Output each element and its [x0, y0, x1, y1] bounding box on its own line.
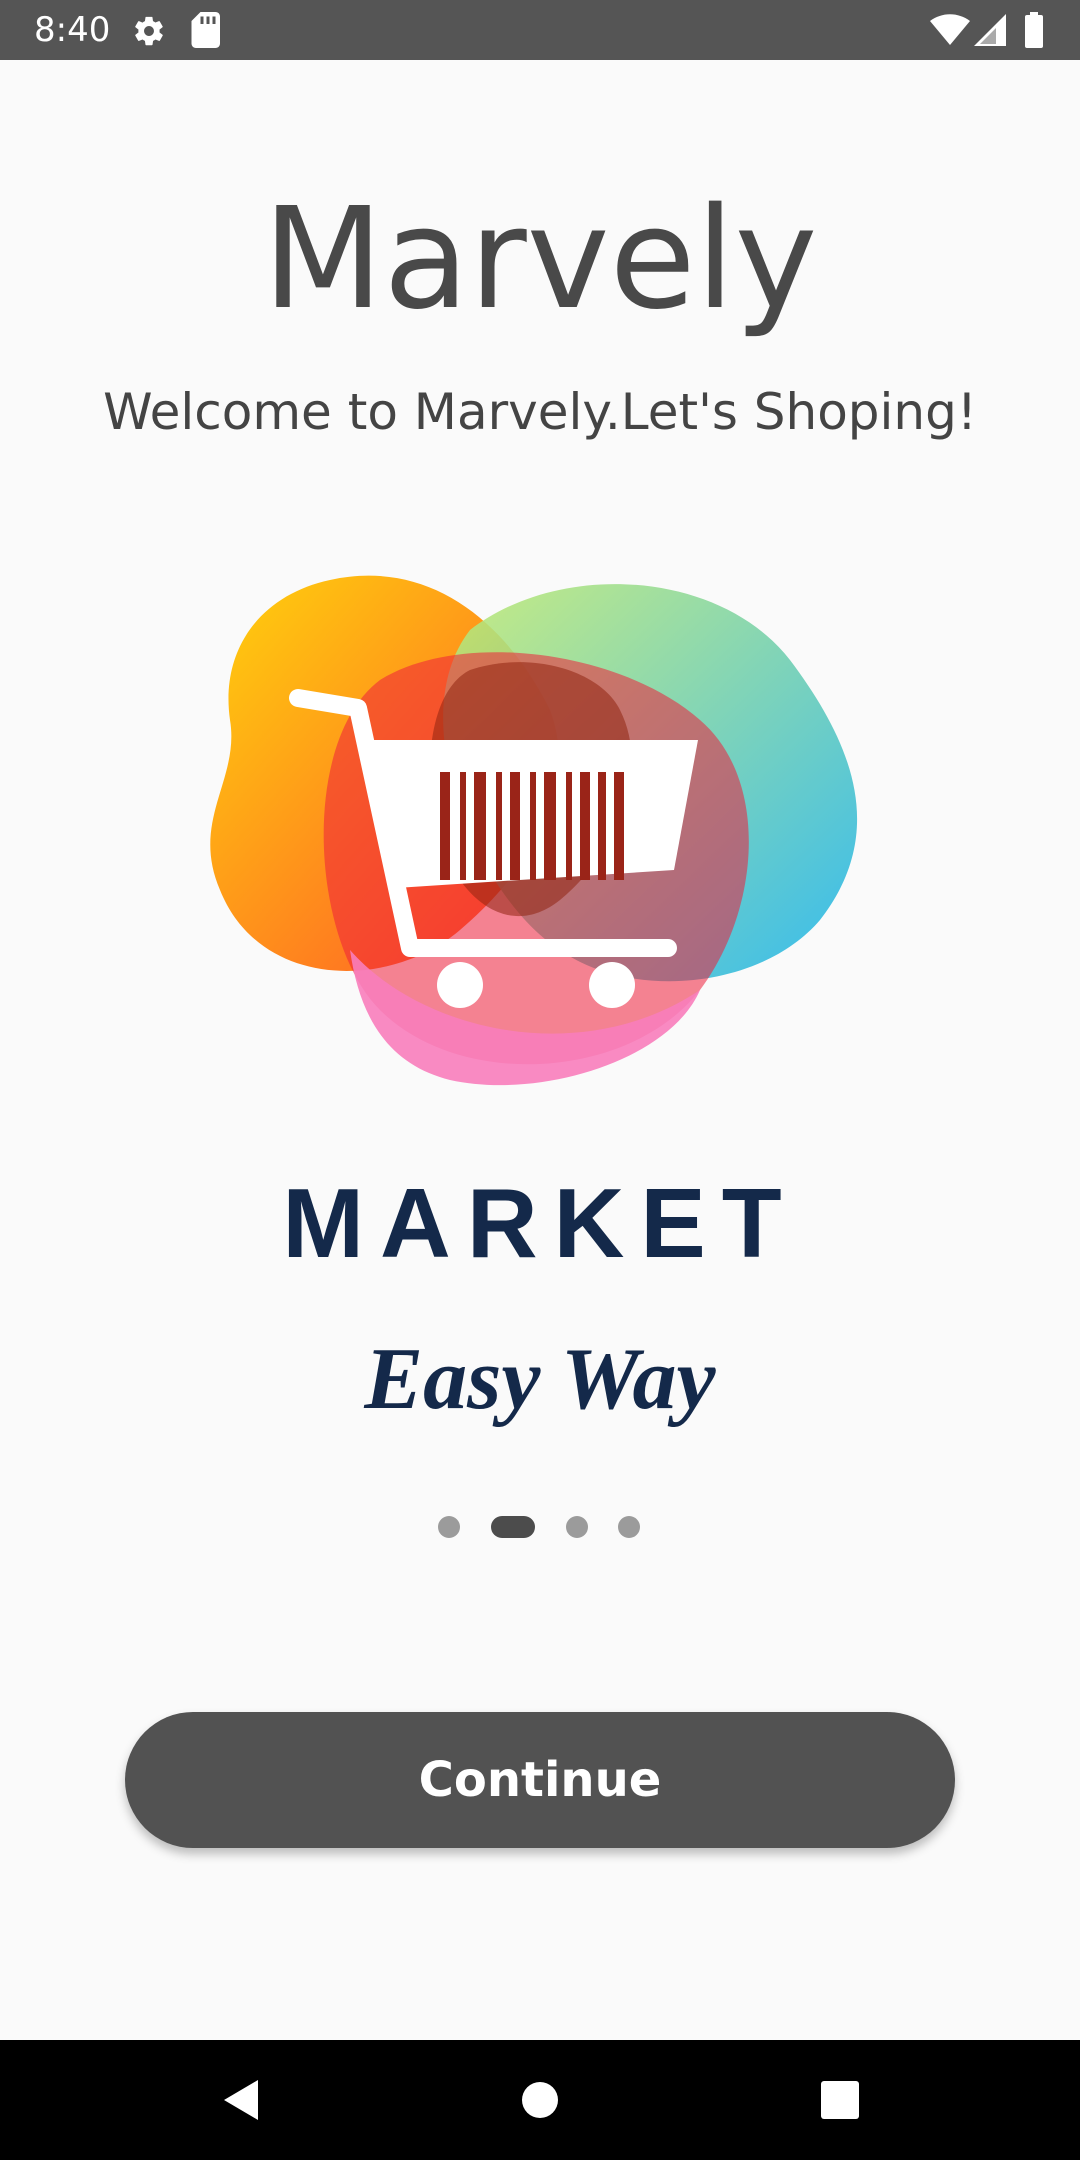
home-icon[interactable]	[510, 2070, 570, 2130]
welcome-subtitle: Welcome to Marvely.Let's Shoping!	[103, 383, 977, 441]
cart-wheel-left	[437, 962, 483, 1008]
status-bar: 8:40	[0, 0, 1080, 60]
signal-icon	[974, 14, 1006, 46]
wifi-icon	[930, 14, 970, 45]
onboarding-screen: 8:40 Marvely Welcome to Marvely.Let's Sh…	[0, 0, 1080, 2160]
brand-wordmark: MARKET	[282, 1168, 798, 1278]
page-indicator	[0, 1516, 1080, 1540]
page-dot-4[interactable]	[618, 1516, 640, 1538]
page-dot-2-active[interactable]	[491, 1516, 535, 1538]
gear-icon	[135, 16, 163, 46]
app-title: Marvely	[262, 178, 818, 341]
page-dot-3[interactable]	[566, 1516, 588, 1538]
status-time: 8:40	[34, 10, 111, 50]
shopping-cart-illustration	[210, 575, 858, 1086]
page-dot-1[interactable]	[438, 1516, 460, 1538]
battery-icon	[1025, 12, 1043, 48]
back-icon[interactable]	[210, 2070, 270, 2130]
system-nav-bar	[0, 2040, 1080, 2160]
recents-icon[interactable]	[810, 2070, 870, 2130]
sd-card-icon	[191, 12, 220, 48]
continue-button[interactable]: Continue	[125, 1712, 955, 1848]
brand-tagline: Easy Way	[364, 1331, 716, 1428]
cart-wheel-right	[589, 962, 635, 1008]
